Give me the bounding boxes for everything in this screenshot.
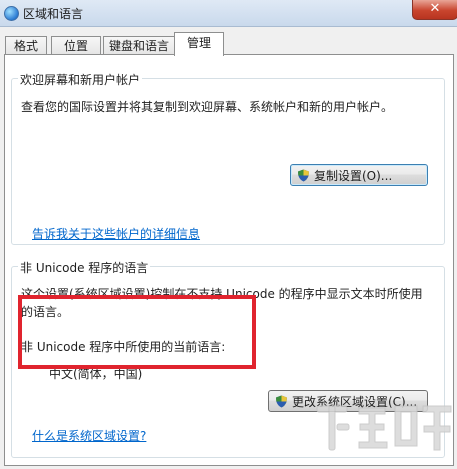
tab-keyboards-languages[interactable]: 键盘和语言 (103, 36, 175, 55)
copy-settings-button[interactable]: 复制设置(O)... (290, 164, 428, 186)
group-title-welcome: 欢迎屏幕和新用户帐户 (18, 71, 143, 88)
group-title-non-unicode: 非 Unicode 程序的语言 (18, 259, 151, 276)
tab-administrative[interactable]: 管理 (174, 32, 224, 56)
welcome-description: 查看您的国际设置并将其复制到欢迎屏幕、系统帐户和新的用户帐户。 (21, 100, 394, 114)
system-locale-help-link[interactable]: 什么是系统区域设置? (32, 427, 146, 444)
accounts-info-link[interactable]: 告诉我关于这些帐户的详细信息 (32, 225, 200, 242)
title-bar: 区域和语言 ✕ (0, 0, 457, 27)
welcome-screen-group: 欢迎屏幕和新用户帐户 查看您的国际设置并将其复制到欢迎屏幕、系统帐户和新的用户帐… (11, 71, 445, 245)
uac-shield-icon (276, 395, 287, 408)
window-title: 区域和语言 (23, 7, 84, 21)
uac-shield-icon (298, 169, 309, 182)
highlight-annotation-box (18, 295, 256, 369)
tab-formats[interactable]: 格式 (5, 36, 47, 55)
copy-settings-label: 复制设置(O)... (314, 169, 393, 183)
globe-icon (4, 6, 19, 21)
close-button[interactable]: ✕ (412, 0, 457, 20)
tab-location[interactable]: 位置 (51, 36, 101, 55)
watermark-logo (316, 405, 452, 451)
